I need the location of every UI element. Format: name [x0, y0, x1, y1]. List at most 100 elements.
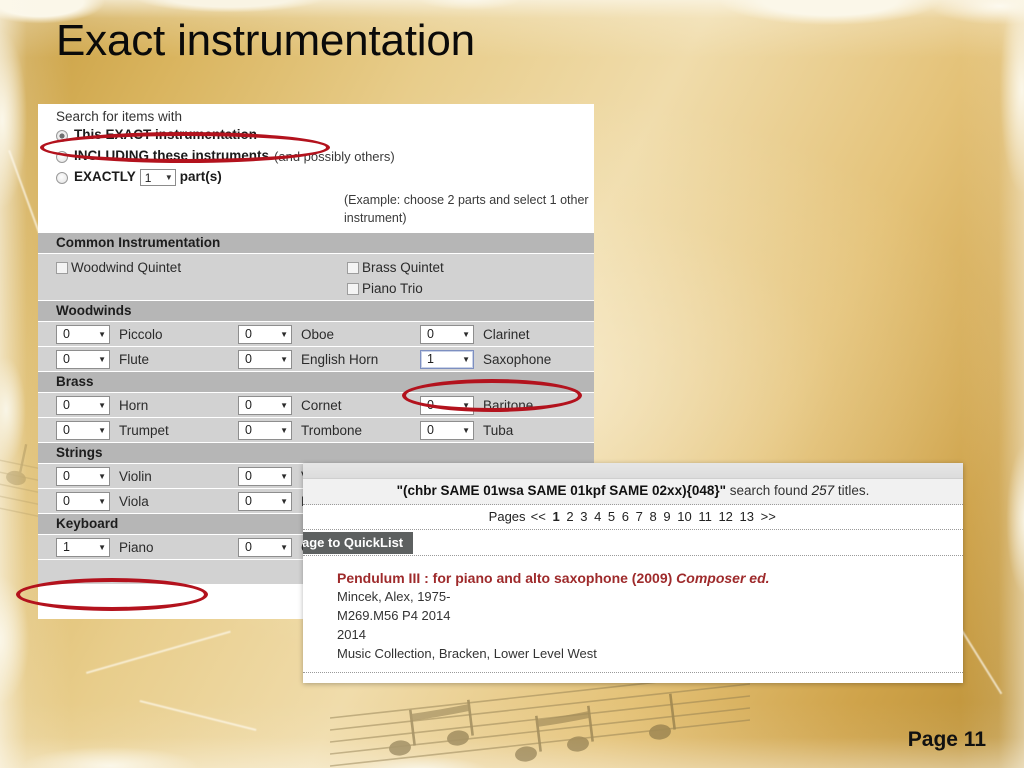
count-select-baritone[interactable]: 0 ▼ [420, 395, 474, 415]
form-heading: Search for items with [56, 109, 183, 124]
pagination-page-11[interactable]: 11 [698, 509, 712, 524]
pagination-page-2[interactable]: 2 [566, 509, 573, 524]
pagination-page-6[interactable]: 6 [622, 509, 629, 524]
checkbox-icon[interactable] [347, 282, 359, 295]
instrument-cell-english-horn: 0 ▼ English Horn [238, 347, 420, 372]
parchment-bottom-edge [0, 702, 1024, 768]
count-select-english-horn[interactable]: 0 ▼ [238, 349, 292, 369]
results-found-prefix: search found [729, 483, 808, 498]
example-hint-text: (Example: choose 2 parts and select 1 ot… [344, 193, 589, 225]
results-action-bar: age to QuickList [303, 530, 963, 556]
instrument-label: Flute [119, 351, 150, 367]
chevron-down-icon: ▼ [280, 329, 288, 339]
instrument-cell-tuba: 0 ▼ Tuba [420, 418, 580, 443]
record-title-line: Pendulum III : for piano and alto saxoph… [337, 570, 963, 586]
count-value: 0 [427, 398, 434, 412]
pagination-page-8[interactable]: 8 [650, 509, 657, 524]
count-select-piano[interactable]: 1 ▼ [56, 537, 110, 557]
count-select-cornet[interactable]: 0 ▼ [238, 395, 292, 415]
instrument-row: 0 ▼ Piccolo 0 ▼ Oboe 0 ▼ Clarinet [38, 321, 594, 346]
checkbox-row-woodwind-quintet[interactable]: Woodwind Quintet [56, 257, 347, 278]
pagination-page-5[interactable]: 5 [608, 509, 615, 524]
pagination-page-3[interactable]: 3 [580, 509, 587, 524]
chevron-down-icon: ▼ [462, 425, 470, 435]
instrument-cell-trombone: 0 ▼ Trombone [238, 418, 420, 443]
count-select-trombone[interactable]: 0 ▼ [238, 420, 292, 440]
results-found-suffix: titles. [837, 483, 870, 498]
count-value: 0 [427, 327, 434, 341]
slide-canvas: Exact instrumentation Search for items w… [0, 0, 1024, 768]
count-select-clarinet[interactable]: 0 ▼ [420, 324, 474, 344]
chevron-down-icon: ▼ [98, 400, 106, 410]
count-select-tuba[interactable]: 0 ▼ [420, 420, 474, 440]
parts-count-select[interactable]: 1 ▼ [139, 169, 176, 186]
count-value: 0 [63, 398, 70, 412]
radio-option-including-instruments[interactable]: INCLUDING these instruments (and possibl… [38, 147, 594, 168]
record-author: Mincek, Alex, 1975- [337, 589, 451, 604]
pagination-page-10[interactable]: 10 [677, 509, 691, 524]
instrument-label: Piano [119, 539, 154, 555]
radio-button-icon[interactable] [56, 151, 68, 163]
checkbox-label: Woodwind Quintet [71, 260, 182, 275]
texture-crack [8, 150, 41, 236]
checkbox-row-piano-trio[interactable]: Piano Trio [347, 278, 587, 299]
results-summary-text: "(chbr SAME 01wsa SAME 01kpf SAME 02xx){… [397, 483, 870, 498]
pagination-page-9[interactable]: 9 [663, 509, 670, 524]
instrument-row: 0 ▼ Horn 0 ▼ Cornet 0 ▼ Baritone [38, 392, 594, 417]
count-value: 0 [245, 540, 252, 554]
count-select-violin[interactable]: 0 ▼ [56, 466, 110, 486]
instrument-label: English Horn [301, 351, 379, 367]
radio-option-exact-instrumentation[interactable]: This EXACT instrumentation [38, 126, 594, 147]
count-select-viola[interactable]: 0 ▼ [56, 491, 110, 511]
results-query-string: "(chbr SAME 01wsa SAME 01kpf SAME 02xx){… [396, 483, 727, 498]
pagination-prev[interactable]: << [531, 509, 546, 524]
count-select-flute[interactable]: 0 ▼ [56, 349, 110, 369]
instrument-label: Tuba [483, 422, 514, 438]
count-select-piccolo[interactable]: 0 ▼ [56, 324, 110, 344]
parts-count-value: 1 [144, 170, 152, 185]
common-left-column: Woodwind Quintet [56, 257, 347, 296]
instrument-cell-saxophone: 1 ▼ Saxophone [420, 347, 580, 372]
radio-label-exactly: EXACTLY [74, 169, 136, 184]
radio-option-exactly-parts[interactable]: EXACTLY 1 ▼ part(s) [38, 168, 594, 189]
count-select-violoncello[interactable]: 0 ▼ [238, 466, 292, 486]
count-select-double-bass[interactable]: 0 ▼ [238, 491, 292, 511]
instrument-cell-clarinet: 0 ▼ Clarinet [420, 322, 580, 347]
pagination-label: Pages [488, 509, 526, 524]
parchment-right-edge [960, 0, 1024, 768]
checkbox-icon[interactable] [56, 261, 68, 274]
radio-button-icon-selected[interactable] [56, 130, 68, 142]
chevron-down-icon: ▼ [164, 173, 173, 182]
search-results-popup: "(chbr SAME 01wsa SAME 01kpf SAME 02xx){… [303, 463, 963, 683]
chevron-down-icon: ▼ [98, 496, 106, 506]
record-location: Music Collection, Bracken, Lower Level W… [337, 645, 597, 661]
checkbox-icon[interactable] [347, 261, 359, 274]
radio-note-including: (and possibly others) [274, 149, 395, 164]
instrument-label: Viola [119, 493, 149, 509]
count-select-saxophone[interactable]: 1 ▼ [420, 349, 474, 369]
instrument-cell-baritone: 0 ▼ Baritone [420, 393, 580, 418]
radio-label-parts-suffix: part(s) [179, 169, 222, 184]
radio-button-icon[interactable] [56, 172, 68, 184]
pagination-page-13[interactable]: 13 [740, 509, 754, 524]
chevron-down-icon: ▼ [462, 329, 470, 339]
count-select-organ[interactable]: 0 ▼ [238, 537, 292, 557]
results-found-count: 257 [811, 483, 835, 498]
checkbox-row-brass-quintet[interactable]: Brass Quintet [347, 257, 587, 278]
count-select-horn[interactable]: 0 ▼ [56, 395, 110, 415]
texture-crack [139, 700, 257, 731]
pagination-page-12[interactable]: 12 [718, 509, 732, 524]
pagination-next[interactable]: >> [761, 509, 776, 524]
instrument-cell-trumpet: 0 ▼ Trumpet [56, 418, 238, 443]
add-page-to-quicklist-button[interactable]: age to QuickList [303, 531, 414, 554]
count-value: 0 [63, 494, 70, 508]
pagination-page-1[interactable]: 1 [552, 509, 559, 524]
chevron-down-icon: ▼ [280, 425, 288, 435]
pagination-page-4[interactable]: 4 [594, 509, 601, 524]
chevron-down-icon: ▼ [280, 471, 288, 481]
page-number: Page 11 [907, 728, 986, 751]
count-select-trumpet[interactable]: 0 ▼ [56, 420, 110, 440]
pagination-page-7[interactable]: 7 [636, 509, 643, 524]
count-select-oboe[interactable]: 0 ▼ [238, 324, 292, 344]
record-title[interactable]: Pendulum III : for piano and alto saxoph… [337, 570, 672, 586]
